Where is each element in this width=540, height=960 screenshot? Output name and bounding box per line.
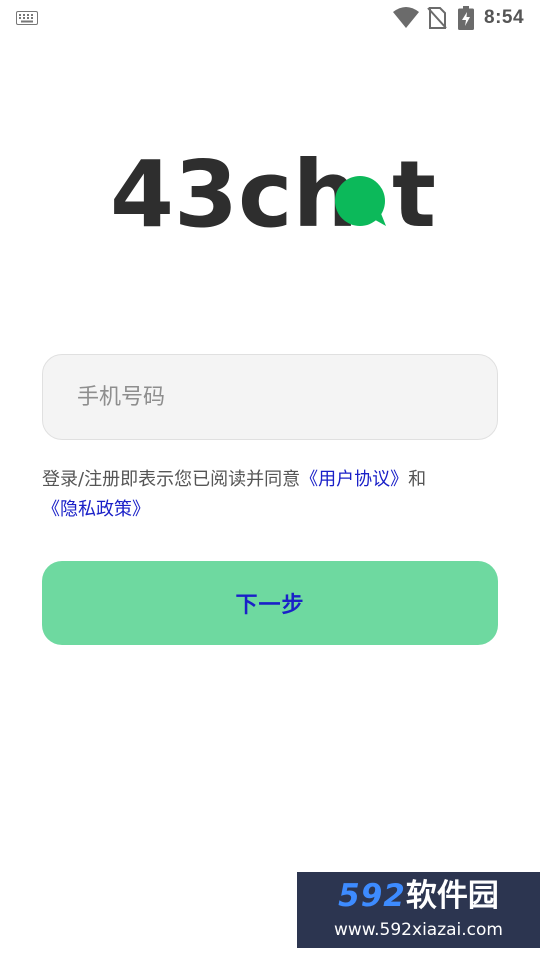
phone-field[interactable] [42,354,498,440]
user-agreement-link[interactable]: 《用户协议》 [300,469,408,490]
chat-bubble-icon [335,176,386,226]
watermark-badge: 592软件园 www.592xiazai.com [297,872,540,948]
status-bar: 8:54 [0,0,540,36]
agreement-and: 和 [408,469,427,490]
watermark-url: www.592xiazai.com [334,920,503,940]
privacy-policy-link[interactable]: 《隐私政策》 [42,499,150,520]
app-logo: 43ch t [110,150,434,248]
keyboard-icon [16,11,38,25]
login-screen: 8:54 43ch t 登录/注册即表示您已阅读并同意《用户协议》和《隐私政策》… [0,0,540,960]
watermark-number: 592 [338,878,406,914]
watermark-title: 592软件园 [297,878,540,914]
logo-text-prefix: 43ch [110,150,358,248]
logo-text-suffix: t [392,150,434,248]
no-sim-icon [427,7,447,29]
next-button[interactable]: 下一步 [42,561,498,645]
phone-input[interactable] [43,355,497,439]
wifi-icon [393,7,419,28]
agreement-text: 登录/注册即表示您已阅读并同意《用户协议》和《隐私政策》 [42,465,502,525]
battery-charging-icon [458,6,474,30]
status-time: 8:54 [484,7,525,28]
watermark-name: 软件园 [405,878,499,914]
agreement-prefix: 登录/注册即表示您已阅读并同意 [42,469,301,490]
